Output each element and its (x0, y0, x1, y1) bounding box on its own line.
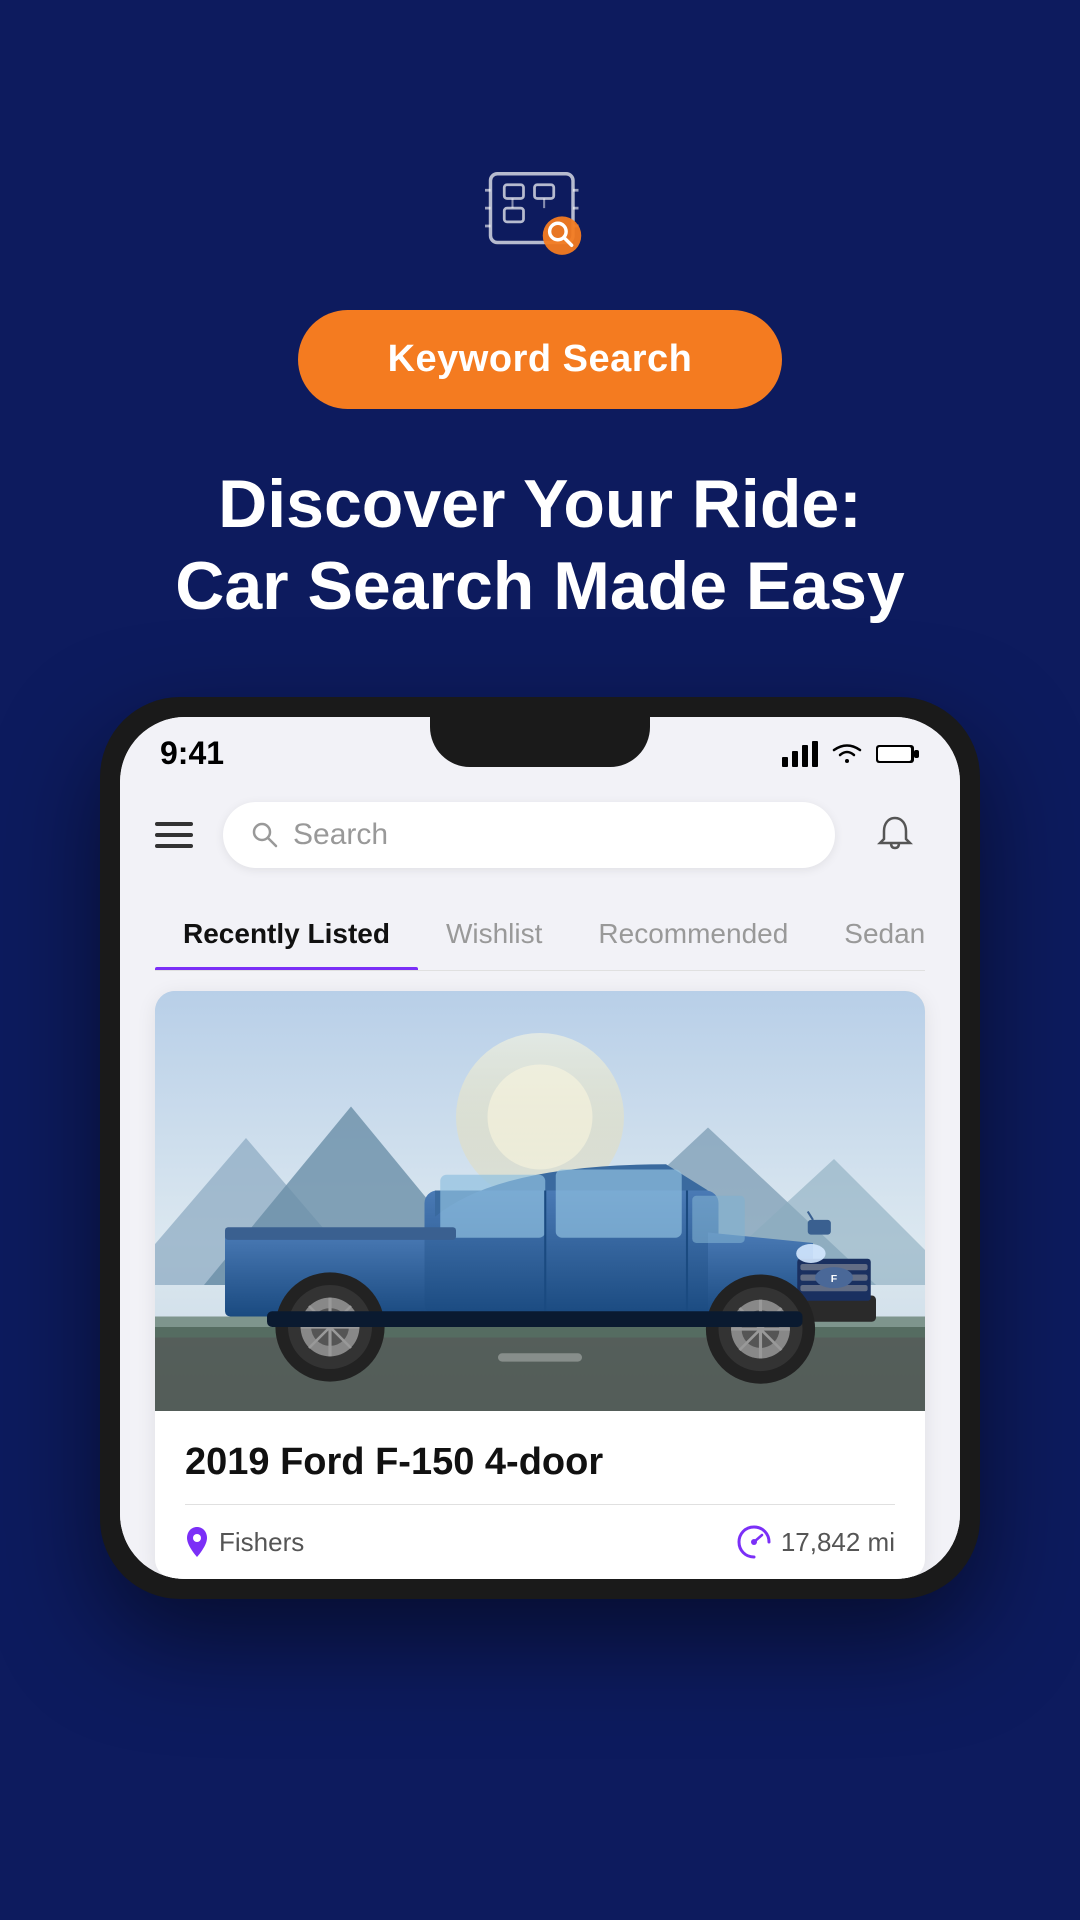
tab-wishlist[interactable]: Wishlist (418, 898, 570, 970)
car-title: 2019 Ford F-150 4-door (185, 1441, 895, 1484)
search-icon (251, 821, 279, 849)
speedometer-icon (737, 1525, 771, 1559)
headline: Discover Your Ride: Car Search Made Easy (115, 464, 965, 627)
tabs-nav: Recently Listed Wishlist Recommended Sed… (155, 898, 925, 971)
tab-recently-listed[interactable]: Recently Listed (155, 898, 418, 970)
bell-icon (877, 816, 913, 854)
car-mileage: 17,842 mi (737, 1525, 895, 1559)
notification-bell-button[interactable] (865, 805, 925, 865)
location-pin-icon (185, 1527, 209, 1557)
wifi-icon (830, 741, 864, 767)
phone-notch (430, 717, 650, 767)
phone-content: Search Recently Listed Wishlist Recommen… (120, 782, 960, 1579)
car-meta: Fishers 17,842 mi (185, 1525, 895, 1559)
status-icons (782, 741, 920, 767)
app-icon (485, 160, 595, 270)
search-placeholder: Search (293, 818, 388, 852)
phone-mockup: 9:41 (100, 697, 980, 1599)
car-divider (185, 1504, 895, 1505)
top-section: Keyword Search Discover Your Ride: Car S… (0, 0, 1080, 1599)
search-bar: Search (155, 802, 925, 868)
battery-icon (876, 742, 920, 766)
car-location: Fishers (185, 1527, 304, 1558)
car-listing-card[interactable]: F (155, 991, 925, 1579)
status-time: 9:41 (160, 735, 224, 772)
phone-inner: 9:41 (120, 717, 960, 1579)
tab-recommended[interactable]: Recommended (570, 898, 816, 970)
car-image: F (155, 991, 925, 1411)
tab-sedans[interactable]: Sedans (816, 898, 925, 970)
hamburger-menu-button[interactable] (155, 822, 193, 848)
search-input[interactable]: Search (223, 802, 835, 868)
signal-icon (782, 741, 818, 767)
keyword-search-button[interactable]: Keyword Search (298, 310, 783, 409)
car-info: 2019 Ford F-150 4-door Fishers (155, 1411, 925, 1579)
svg-text:F: F (831, 1273, 838, 1285)
